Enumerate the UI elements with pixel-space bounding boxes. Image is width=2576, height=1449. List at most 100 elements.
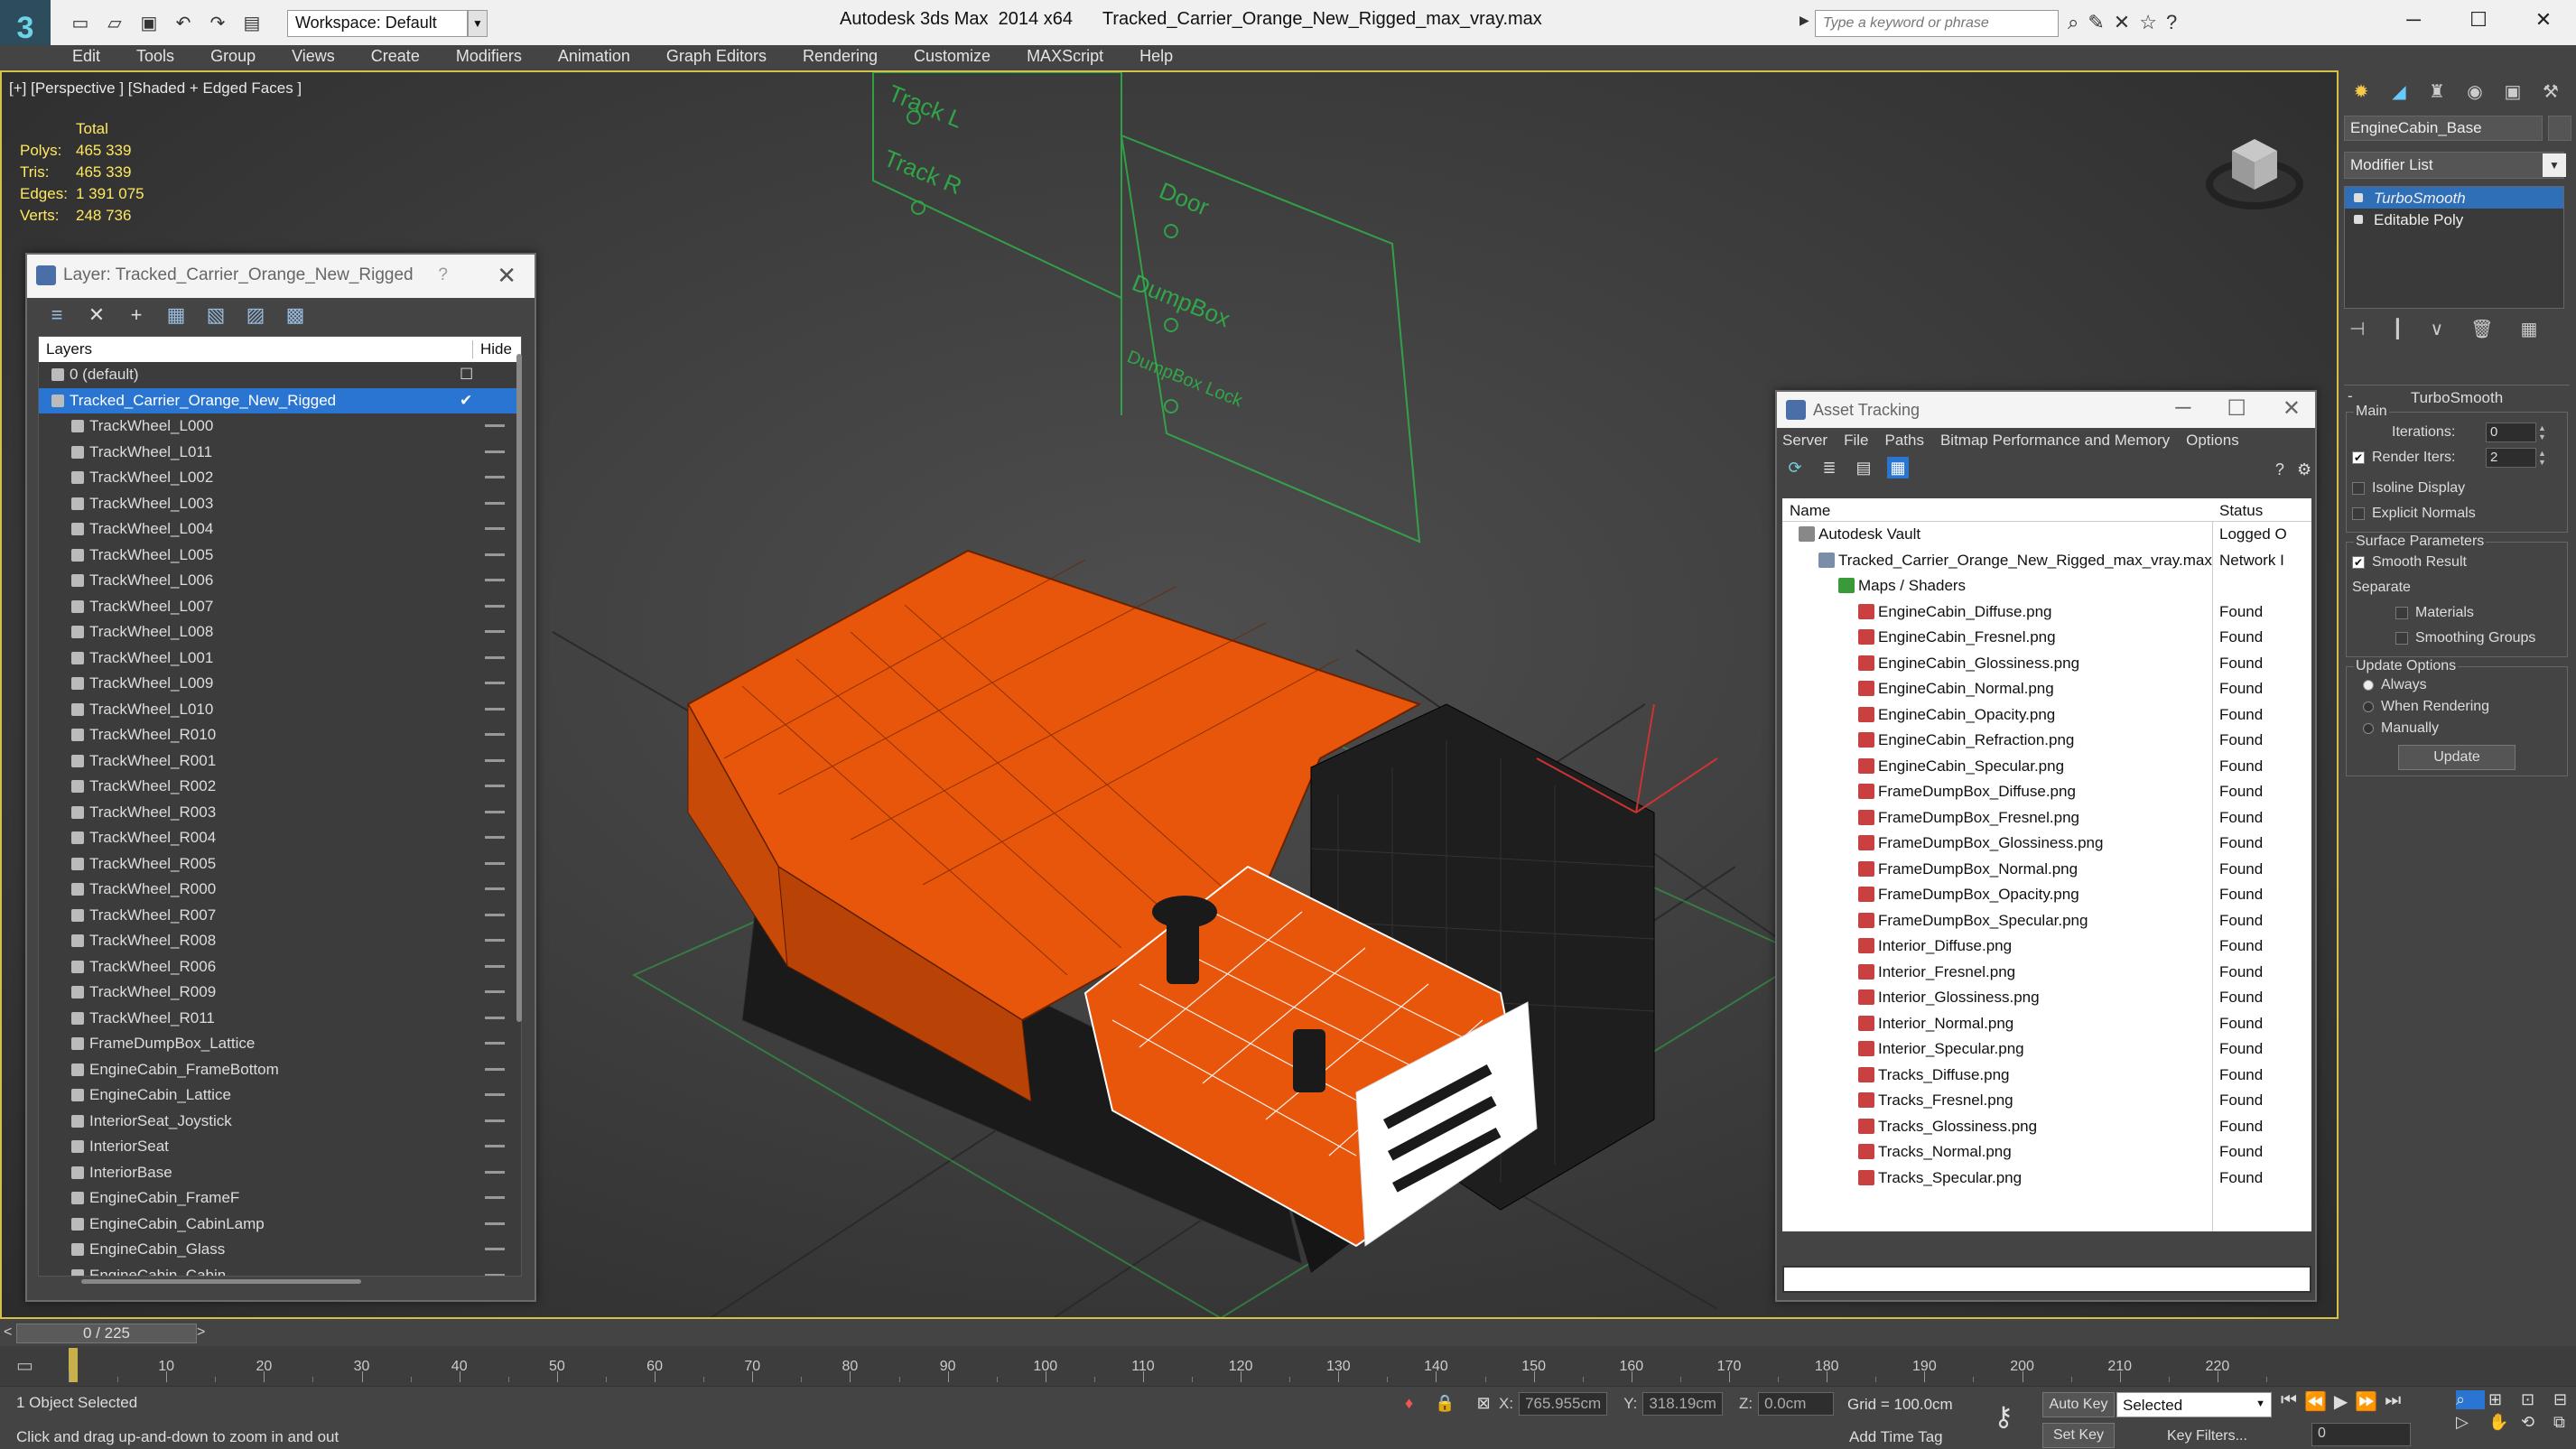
layer-row[interactable]: Tracked_Carrier_Orange_New_Rigged ✔ [39, 387, 521, 413]
pan-icon[interactable]: ✋ [2488, 1413, 2517, 1432]
hide-toggle[interactable] [485, 861, 505, 865]
layer-row[interactable]: TrackWheel_L002 [39, 465, 521, 491]
layer-row[interactable]: TrackWheel_R003 [39, 800, 521, 826]
column-name[interactable]: Name [1790, 502, 1830, 520]
minimize-icon[interactable]: ─ [2381, 0, 2446, 40]
select-objects-icon[interactable]: ▦ [163, 303, 190, 327]
hide-toggle[interactable]: ☐ [460, 366, 479, 384]
close-icon[interactable]: ✕ [2283, 395, 2301, 422]
hide-toggle[interactable] [485, 1170, 505, 1174]
layer-list[interactable]: Layers Hide 0 (default) ☐ Tracked_Carrier_… [38, 336, 522, 1277]
layer-row[interactable]: EngineCabin_FrameF [39, 1185, 521, 1212]
chevron-down-icon[interactable]: ▼ [468, 10, 488, 37]
configure-sets-icon[interactable]: ▦ [2521, 318, 2538, 340]
utilities-tab-icon[interactable]: ⚒ [2537, 78, 2564, 105]
hide-toggle[interactable] [485, 630, 505, 633]
layer-row[interactable]: TrackWheel_R007 [39, 903, 521, 929]
layer-row[interactable]: EngineCabin_CabinLamp [39, 1212, 521, 1238]
isolate-icon[interactable]: ♦ [1405, 1394, 1413, 1413]
previous-frame-icon[interactable]: ⏪ [2304, 1390, 2327, 1413]
layer-row[interactable]: FrameDumpBox_Lattice [39, 1031, 521, 1057]
render-iters-checkbox[interactable]: ✔ [2352, 451, 2365, 464]
hide-toggle[interactable] [485, 1145, 505, 1147]
layer-row[interactable]: TrackWheel_L009 [39, 671, 521, 697]
hide-toggle[interactable] [485, 424, 505, 427]
open-file-icon[interactable]: ▱ [101, 9, 128, 36]
asset-row[interactable]: Tracks_Normal.png Found [1782, 1139, 2311, 1166]
hide-toggle[interactable] [485, 1093, 505, 1096]
previous-frame-button[interactable]: < [4, 1324, 12, 1341]
asset-row[interactable]: EngineCabin_Normal.png Found [1782, 676, 2311, 702]
render-iters-spinner[interactable]: 2 [2486, 448, 2536, 468]
asset-row[interactable]: Autodesk Vault Logged O [1782, 522, 2311, 548]
column-status[interactable]: Status [2219, 502, 2263, 520]
menu-views[interactable]: Views [270, 45, 349, 69]
layer-row[interactable]: TrackWheel_R006 [39, 954, 521, 980]
asset-row[interactable]: Tracks_Glossiness.png Found [1782, 1114, 2311, 1140]
z-coordinate-field[interactable]: 0.0cm [1758, 1392, 1835, 1416]
menu-help[interactable]: Help [1118, 45, 1187, 69]
viewport-label[interactable]: [+] [Perspective ] [Shaded + Edged Faces… [9, 79, 302, 98]
settings-icon[interactable]: ⚙ [2297, 459, 2311, 480]
hide-toggle[interactable] [485, 450, 505, 453]
maximize-icon[interactable]: ☐ [2446, 0, 2511, 40]
always-radio[interactable] [2363, 680, 2374, 691]
search-input[interactable]: Type a keyword or phrase [1815, 10, 2059, 37]
layer-row[interactable]: TrackWheel_R004 [39, 825, 521, 851]
close-icon[interactable]: ✕ [2511, 0, 2576, 40]
hide-toggle[interactable] [485, 733, 505, 736]
hide-toggle[interactable] [485, 655, 505, 659]
menu-server[interactable]: Server [1782, 432, 1827, 449]
help-button[interactable]: ? [438, 265, 448, 285]
asset-row[interactable]: FrameDumpBox_Glossiness.png Found [1782, 831, 2311, 857]
asset-row[interactable]: Interior_Normal.png Found [1782, 1011, 2311, 1037]
layer-row[interactable]: TrackWheel_L001 [39, 646, 521, 672]
layer-row[interactable]: TrackWheel_R001 [39, 748, 521, 775]
hide-toggle[interactable] [485, 1067, 505, 1071]
asset-table[interactable]: Name Status Autodesk Vault Logged O Tracke… [1782, 498, 2311, 1231]
set-key-button[interactable]: Set Key [2042, 1423, 2115, 1448]
layer-row[interactable]: InteriorSeat_Joystick [39, 1109, 521, 1135]
maximize-viewport-icon[interactable]: ⧉ [2553, 1413, 2576, 1432]
zoom-extents-icon[interactable]: ⊡ [2521, 1390, 2550, 1409]
help-icon[interactable]: ? [2166, 11, 2177, 34]
maximize-icon[interactable]: ☐ [2227, 395, 2246, 422]
auto-key-button[interactable]: Auto Key [2042, 1392, 2115, 1417]
communication-icon[interactable]: ✕ [2114, 11, 2130, 34]
go-to-end-icon[interactable]: ⏭ [2385, 1390, 2401, 1413]
layer-row[interactable]: TrackWheel_L003 [39, 491, 521, 517]
track-bar-ruler[interactable]: 10 20 30 40 50 60 70 80 90 100 110 120 130 140 150 160 1… [69, 1348, 2267, 1382]
delete-layer-icon[interactable]: ✕ [83, 303, 110, 327]
asset-row[interactable]: Tracks_Diffuse.png Found [1782, 1063, 2311, 1089]
dialog-title-bar[interactable]: Asset Tracking ─ ☐ ✕ [1777, 392, 2315, 428]
show-end-result-icon[interactable]: ┃ [2392, 318, 2403, 340]
layer-row[interactable]: TrackWheel_L005 [39, 543, 521, 569]
modifier-list-dropdown[interactable]: Modifier List [2344, 152, 2564, 179]
rig-label-track-r[interactable]: Track R [880, 144, 966, 200]
asset-row[interactable]: EngineCabin_Fresnel.png Found [1782, 625, 2311, 651]
menu-options[interactable]: Options [2186, 432, 2239, 449]
set-key-icon[interactable]: ⚷ [1994, 1401, 2013, 1433]
search-expand-icon[interactable]: ▶ [1799, 13, 1809, 28]
add-to-layer-icon[interactable]: + [123, 303, 150, 327]
hide-toggle[interactable] [485, 501, 505, 505]
menu-paths[interactable]: Paths [1884, 432, 1923, 449]
thumbnail-view-icon[interactable]: ▤ [1853, 457, 1874, 478]
layer-row[interactable]: TrackWheel_R010 [39, 722, 521, 748]
isoline-display-checkbox[interactable] [2352, 482, 2365, 495]
layer-row[interactable]: InteriorSeat [39, 1134, 521, 1160]
layer-row[interactable]: InteriorBase [39, 1160, 521, 1186]
remove-modifier-icon[interactable]: 🗑 [2470, 318, 2493, 340]
hide-toggle[interactable] [485, 707, 505, 711]
layer-row[interactable]: TrackWheel_L004 [39, 516, 521, 543]
rig-label-door[interactable]: Door [1156, 177, 1214, 221]
hide-toggle[interactable] [485, 682, 505, 684]
add-time-tag-button[interactable]: Add Time Tag [1849, 1428, 1943, 1446]
go-to-start-icon[interactable]: ⏮ [2281, 1390, 2297, 1413]
field-of-view-icon[interactable]: ▷ [2456, 1413, 2485, 1432]
layer-row[interactable]: TrackWheel_R008 [39, 928, 521, 954]
hide-toggle[interactable]: ✔ [460, 392, 479, 410]
asset-row[interactable]: FrameDumpBox_Specular.png Found [1782, 908, 2311, 934]
create-tab-icon[interactable]: ✹ [2348, 78, 2375, 105]
asset-row[interactable]: Interior_Fresnel.png Found [1782, 960, 2311, 986]
